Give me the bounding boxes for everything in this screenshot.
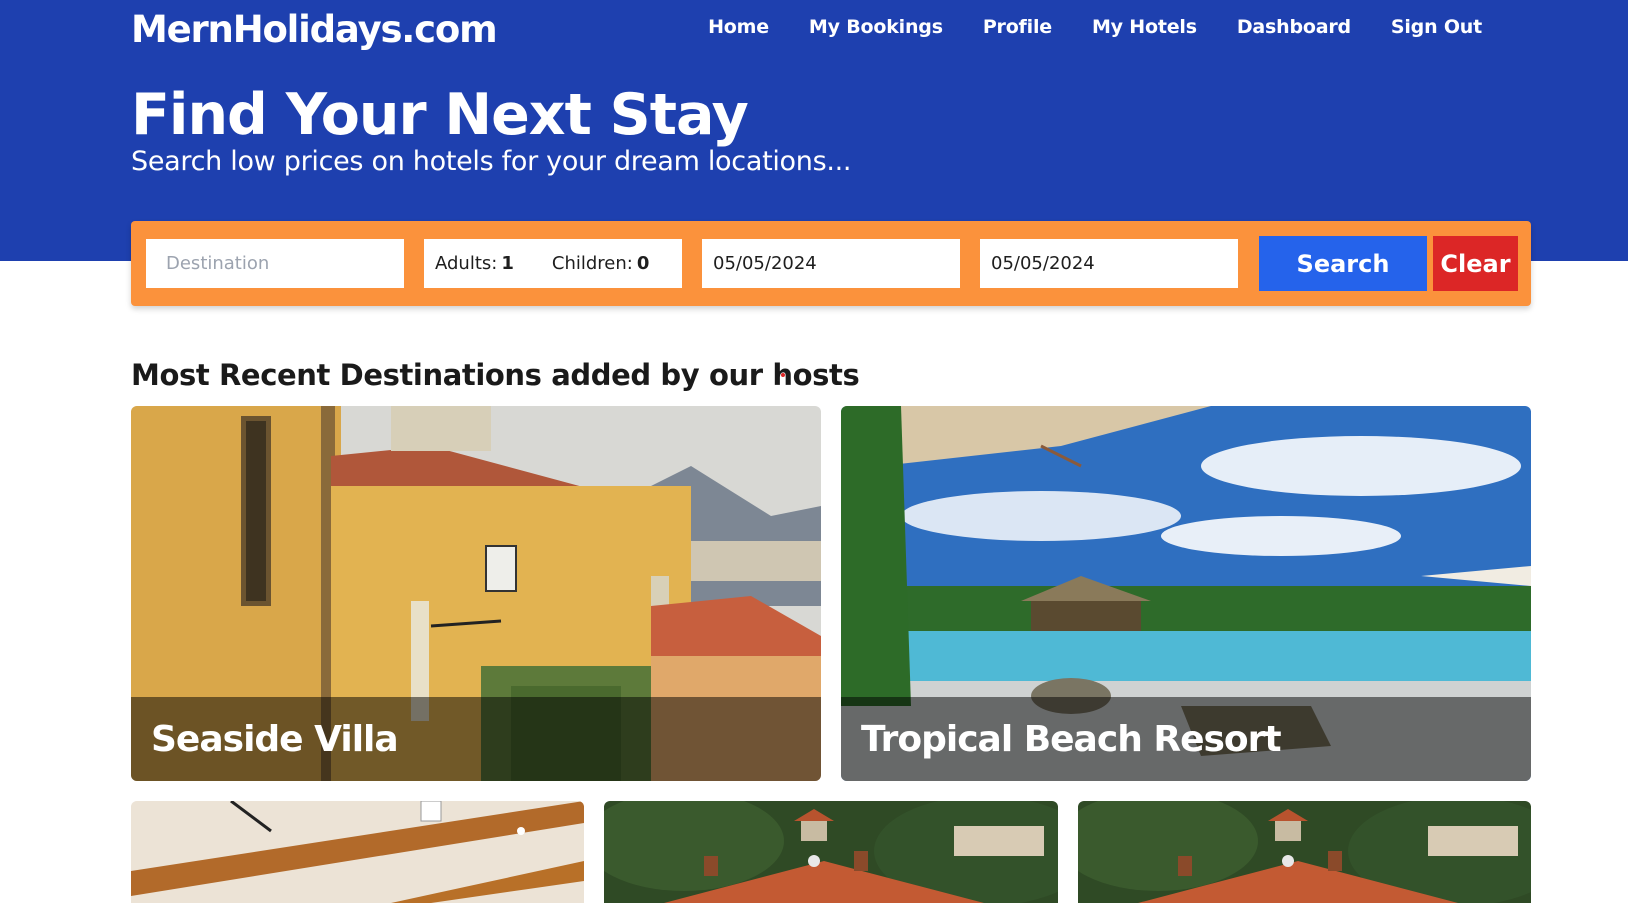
hotel-card[interactable] [604, 801, 1058, 903]
nav-dashboard-link[interactable]: Dashboard [1217, 16, 1371, 38]
clear-button[interactable]: Clear [1433, 236, 1518, 291]
hotel-card[interactable]: Seaside Villa [131, 406, 821, 781]
hotel-caption: Seaside Villa [131, 697, 821, 781]
notification-dot [781, 373, 785, 377]
children-value: 0 [636, 253, 650, 274]
hero-subtitle: Search low prices on hotels for your dre… [131, 146, 852, 177]
main-nav: Home My Bookings Profile My Hotels Dashb… [688, 16, 1482, 38]
hotel-card[interactable]: Tropical Beach Resort [841, 406, 1531, 781]
hero-title: Find Your Next Stay [131, 82, 749, 148]
destination-input[interactable] [166, 253, 404, 274]
nav-my-bookings-link[interactable]: My Bookings [789, 16, 963, 38]
children-label: Children: [551, 253, 633, 274]
nav-profile-link[interactable]: Profile [963, 16, 1072, 38]
adults-input[interactable]: Adults: 1 [435, 253, 514, 274]
section-title: Most Recent Destinations added by our ho… [131, 358, 860, 392]
hotel-name: Seaside Villa [151, 718, 399, 760]
site-logo[interactable]: MernHolidays.com [131, 8, 498, 51]
adults-value: 1 [501, 253, 514, 274]
check-in-date-input[interactable]: 05/05/2024 [702, 239, 960, 288]
nav-sign-out-link[interactable]: Sign Out [1371, 16, 1482, 38]
hotel-name: Tropical Beach Resort [861, 718, 1282, 760]
guest-count-field: Adults: 1 Children: 0 [424, 239, 682, 288]
hotel-card[interactable] [131, 801, 584, 903]
nav-my-hotels-link[interactable]: My Hotels [1072, 16, 1217, 38]
hotel-image [1078, 801, 1531, 903]
hotel-card[interactable] [1078, 801, 1531, 903]
search-bar: Adults:1 Children:0 05/05/2024 05/05/202… [131, 221, 1531, 306]
destination-field-wrapper [146, 239, 404, 288]
children-input[interactable]: Children: 0 [552, 253, 650, 274]
hotel-caption: Tropical Beach Resort [841, 697, 1531, 781]
search-button[interactable]: Search [1259, 236, 1427, 291]
hotel-image [604, 801, 1058, 903]
check-out-date-input[interactable]: 05/05/2024 [980, 239, 1238, 288]
adults-label: Adults: [435, 253, 498, 274]
nav-home-link[interactable]: Home [688, 16, 789, 38]
hotel-image [131, 801, 584, 903]
